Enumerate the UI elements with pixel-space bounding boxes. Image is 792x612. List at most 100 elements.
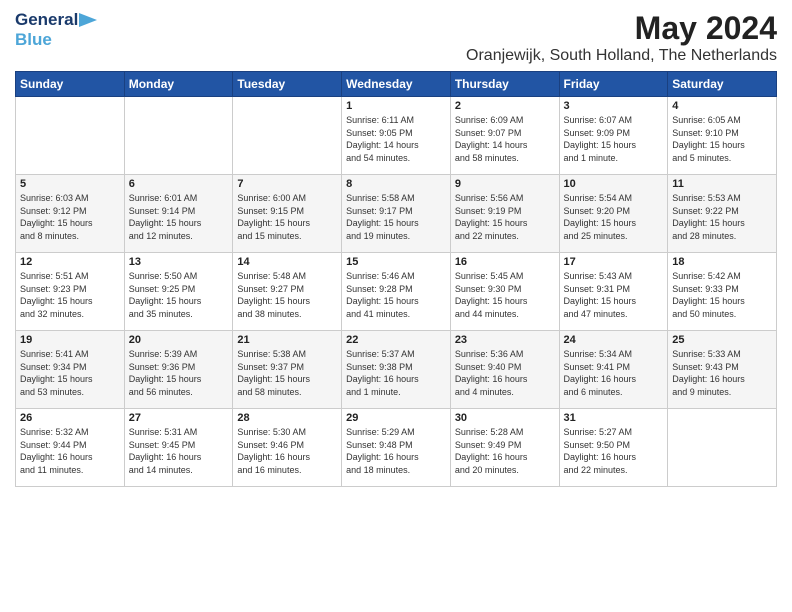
calendar-cell: 12Sunrise: 5:51 AM Sunset: 9:23 PM Dayli… bbox=[16, 253, 125, 331]
calendar-cell: 10Sunrise: 5:54 AM Sunset: 9:20 PM Dayli… bbox=[559, 175, 668, 253]
calendar-header-row: Sunday Monday Tuesday Wednesday Thursday… bbox=[16, 72, 777, 97]
title-section: May 2024 Oranjewijk, South Holland, The … bbox=[466, 10, 777, 65]
day-info: Sunrise: 5:53 AM Sunset: 9:22 PM Dayligh… bbox=[672, 192, 772, 242]
day-info: Sunrise: 5:45 AM Sunset: 9:30 PM Dayligh… bbox=[455, 270, 555, 320]
day-info: Sunrise: 5:42 AM Sunset: 9:33 PM Dayligh… bbox=[672, 270, 772, 320]
calendar-cell: 3Sunrise: 6:07 AM Sunset: 9:09 PM Daylig… bbox=[559, 97, 668, 175]
month-year-title: May 2024 bbox=[466, 10, 777, 47]
calendar-cell: 28 Sunrise: 5:30 AM Sunset: 9:46 PM Dayli… bbox=[233, 409, 342, 487]
day-number: 19 bbox=[20, 334, 120, 346]
day-number: 18 bbox=[672, 256, 772, 268]
day-info: Sunrise: 5:30 AM Sunset: 9:46 PM Dayligh… bbox=[237, 426, 337, 476]
day-number: 15 bbox=[346, 256, 446, 268]
day-info: Sunrise: 5:51 AM Sunset: 9:23 PM Dayligh… bbox=[20, 270, 120, 320]
day-info: Sunrise: 5:36 AM Sunset: 9:40 PM Dayligh… bbox=[455, 348, 555, 398]
day-number: 20 bbox=[129, 334, 229, 346]
calendar-cell: 1Sunrise: 6:11 AM Sunset: 9:05 PM Daylig… bbox=[342, 97, 451, 175]
calendar-cell: 25 Sunrise: 5:33 AM Sunset: 9:43 PM Dayli… bbox=[668, 331, 777, 409]
calendar-cell bbox=[233, 97, 342, 175]
location-subtitle: Oranjewijk, South Holland, The Netherlan… bbox=[466, 47, 777, 65]
calendar-cell: 21 Sunrise: 5:38 AM Sunset: 9:37 PM Dayli… bbox=[233, 331, 342, 409]
day-info: Sunrise: 5:39 AM Sunset: 9:36 PM Dayligh… bbox=[129, 348, 229, 398]
logo: General Blue bbox=[15, 10, 97, 50]
day-info: Sunrise: 6:03 AM Sunset: 9:12 PM Dayligh… bbox=[20, 192, 120, 242]
header-sunday: Sunday bbox=[16, 72, 125, 97]
day-number: 9 bbox=[455, 178, 555, 190]
day-info: Sunrise: 5:31 AM Sunset: 9:45 PM Dayligh… bbox=[129, 426, 229, 476]
calendar-cell: 22Sunrise: 5:37 AM Sunset: 9:38 PM Dayli… bbox=[342, 331, 451, 409]
day-info: Sunrise: 5:33 AM Sunset: 9:43 PM Dayligh… bbox=[672, 348, 772, 398]
day-info: Sunrise: 5:48 AM Sunset: 9:27 PM Dayligh… bbox=[237, 270, 337, 320]
day-info: Sunrise: 5:34 AM Sunset: 9:41 PM Dayligh… bbox=[564, 348, 664, 398]
day-info: Sunrise: 6:07 AM Sunset: 9:09 PM Dayligh… bbox=[564, 114, 664, 164]
calendar-week-row: 1Sunrise: 6:11 AM Sunset: 9:05 PM Daylig… bbox=[16, 97, 777, 175]
logo-general-text: General bbox=[15, 10, 78, 30]
calendar-cell: 6 Sunrise: 6:01 AM Sunset: 9:14 PM Daylig… bbox=[124, 175, 233, 253]
page: General Blue May 2024 Oranjewijk, South … bbox=[0, 0, 792, 612]
header-friday: Friday bbox=[559, 72, 668, 97]
calendar-week-row: 19 Sunrise: 5:41 AM Sunset: 9:34 PM Dayli… bbox=[16, 331, 777, 409]
day-number: 23 bbox=[455, 334, 555, 346]
calendar-week-row: 26 Sunrise: 5:32 AM Sunset: 9:44 PM Dayli… bbox=[16, 409, 777, 487]
day-number: 17 bbox=[564, 256, 664, 268]
day-info: Sunrise: 5:41 AM Sunset: 9:34 PM Dayligh… bbox=[20, 348, 120, 398]
calendar-week-row: 12Sunrise: 5:51 AM Sunset: 9:23 PM Dayli… bbox=[16, 253, 777, 331]
day-number: 2 bbox=[455, 100, 555, 112]
day-info: Sunrise: 5:43 AM Sunset: 9:31 PM Dayligh… bbox=[564, 270, 664, 320]
calendar-table: Sunday Monday Tuesday Wednesday Thursday… bbox=[15, 71, 777, 487]
day-number: 5 bbox=[20, 178, 120, 190]
calendar-cell bbox=[668, 409, 777, 487]
calendar-cell: 14 Sunrise: 5:48 AM Sunset: 9:27 PM Dayli… bbox=[233, 253, 342, 331]
calendar-cell: 20 Sunrise: 5:39 AM Sunset: 9:36 PM Dayli… bbox=[124, 331, 233, 409]
day-info: Sunrise: 6:09 AM Sunset: 9:07 PM Dayligh… bbox=[455, 114, 555, 164]
calendar-cell: 4Sunrise: 6:05 AM Sunset: 9:10 PM Daylig… bbox=[668, 97, 777, 175]
day-number: 8 bbox=[346, 178, 446, 190]
day-number: 16 bbox=[455, 256, 555, 268]
day-number: 7 bbox=[237, 178, 337, 190]
day-info: Sunrise: 5:46 AM Sunset: 9:28 PM Dayligh… bbox=[346, 270, 446, 320]
header: General Blue May 2024 Oranjewijk, South … bbox=[15, 10, 777, 65]
header-thursday: Thursday bbox=[450, 72, 559, 97]
calendar-cell: 18 Sunrise: 5:42 AM Sunset: 9:33 PM Dayli… bbox=[668, 253, 777, 331]
day-number: 4 bbox=[672, 100, 772, 112]
calendar-cell: 30 Sunrise: 5:28 AM Sunset: 9:49 PM Dayli… bbox=[450, 409, 559, 487]
calendar-cell: 13Sunrise: 5:50 AM Sunset: 9:25 PM Dayli… bbox=[124, 253, 233, 331]
header-wednesday: Wednesday bbox=[342, 72, 451, 97]
day-number: 10 bbox=[564, 178, 664, 190]
calendar-cell: 19 Sunrise: 5:41 AM Sunset: 9:34 PM Dayli… bbox=[16, 331, 125, 409]
day-number: 24 bbox=[564, 334, 664, 346]
calendar-cell: 16 Sunrise: 5:45 AM Sunset: 9:30 PM Dayli… bbox=[450, 253, 559, 331]
day-number: 27 bbox=[129, 412, 229, 424]
day-number: 1 bbox=[346, 100, 446, 112]
calendar-cell: 7Sunrise: 6:00 AM Sunset: 9:15 PM Daylig… bbox=[233, 175, 342, 253]
day-info: Sunrise: 5:27 AM Sunset: 9:50 PM Dayligh… bbox=[564, 426, 664, 476]
day-number: 22 bbox=[346, 334, 446, 346]
day-number: 25 bbox=[672, 334, 772, 346]
day-info: Sunrise: 5:32 AM Sunset: 9:44 PM Dayligh… bbox=[20, 426, 120, 476]
calendar-cell: 8 Sunrise: 5:58 AM Sunset: 9:17 PM Daylig… bbox=[342, 175, 451, 253]
day-number: 21 bbox=[237, 334, 337, 346]
day-number: 28 bbox=[237, 412, 337, 424]
day-info: Sunrise: 5:29 AM Sunset: 9:48 PM Dayligh… bbox=[346, 426, 446, 476]
day-number: 30 bbox=[455, 412, 555, 424]
day-info: Sunrise: 5:58 AM Sunset: 9:17 PM Dayligh… bbox=[346, 192, 446, 242]
calendar-cell: 23 Sunrise: 5:36 AM Sunset: 9:40 PM Dayli… bbox=[450, 331, 559, 409]
calendar-cell: 29 Sunrise: 5:29 AM Sunset: 9:48 PM Dayli… bbox=[342, 409, 451, 487]
calendar-cell: 24 Sunrise: 5:34 AM Sunset: 9:41 PM Dayli… bbox=[559, 331, 668, 409]
day-number: 13 bbox=[129, 256, 229, 268]
day-number: 14 bbox=[237, 256, 337, 268]
calendar-cell bbox=[124, 97, 233, 175]
day-number: 29 bbox=[346, 412, 446, 424]
calendar-cell: 2 Sunrise: 6:09 AM Sunset: 9:07 PM Daylig… bbox=[450, 97, 559, 175]
day-info: Sunrise: 5:56 AM Sunset: 9:19 PM Dayligh… bbox=[455, 192, 555, 242]
day-info: Sunrise: 5:28 AM Sunset: 9:49 PM Dayligh… bbox=[455, 426, 555, 476]
calendar-cell bbox=[16, 97, 125, 175]
day-number: 26 bbox=[20, 412, 120, 424]
header-saturday: Saturday bbox=[668, 72, 777, 97]
day-info: Sunrise: 5:38 AM Sunset: 9:37 PM Dayligh… bbox=[237, 348, 337, 398]
logo-arrow-icon bbox=[79, 13, 97, 27]
calendar-cell: 5 Sunrise: 6:03 AM Sunset: 9:12 PM Daylig… bbox=[16, 175, 125, 253]
day-number: 6 bbox=[129, 178, 229, 190]
day-info: Sunrise: 6:01 AM Sunset: 9:14 PM Dayligh… bbox=[129, 192, 229, 242]
calendar-cell: 15 Sunrise: 5:46 AM Sunset: 9:28 PM Dayli… bbox=[342, 253, 451, 331]
